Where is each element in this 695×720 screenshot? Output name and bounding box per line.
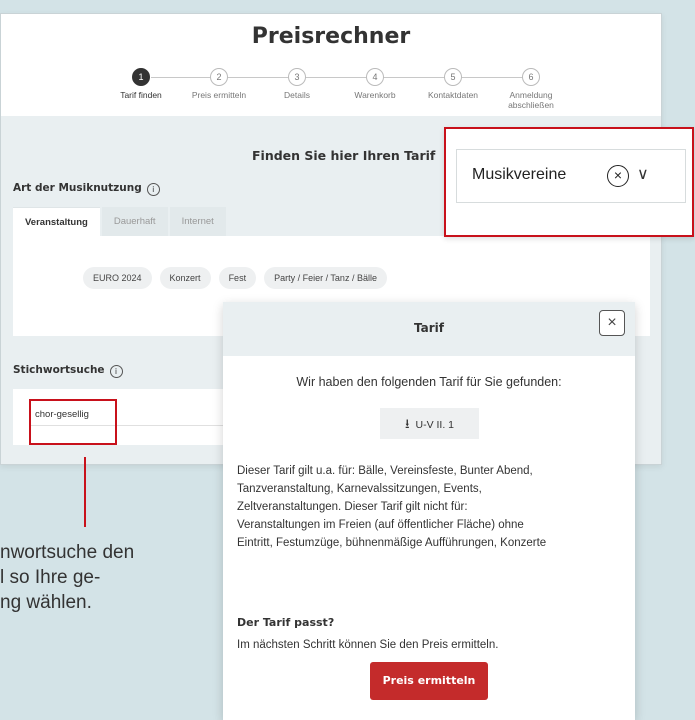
- close-button[interactable]: ×: [599, 310, 625, 336]
- next-step-hint: Im nächsten Schritt können Sie den Preis…: [237, 639, 499, 651]
- modal-title: Tarif: [414, 321, 444, 335]
- callout-connector: [84, 457, 86, 527]
- usage-tabs: Veranstaltung Dauerhaft Internet: [13, 207, 228, 236]
- download-icon: ⭳: [404, 416, 410, 431]
- clear-icon[interactable]: ×: [607, 165, 629, 187]
- step-number: 2: [210, 68, 228, 86]
- callout-line: nwortsuche den: [0, 542, 135, 563]
- chip-fest[interactable]: Fest: [218, 267, 257, 289]
- callout-line: l so Ihre ge-: [0, 567, 101, 588]
- page-title: Preisrechner: [251, 24, 411, 49]
- modal-header: Tarif ×: [223, 302, 635, 356]
- usage-label: Art der Musiknutzung: [13, 182, 142, 194]
- step-5[interactable]: 5 Kontaktdaten: [408, 68, 498, 100]
- callout-line: ng wählen.: [0, 592, 92, 613]
- step-number: 3: [288, 68, 306, 86]
- info-icon[interactable]: i: [146, 183, 160, 196]
- step-3[interactable]: 3 Details: [252, 68, 342, 100]
- step-label: Tarif finden: [120, 90, 162, 100]
- step-label: Details: [284, 90, 310, 100]
- step-number: 1: [132, 68, 150, 86]
- step-number: 6: [522, 68, 540, 86]
- tarif-description: Dieser Tarif gilt u.a. für: Bälle, Verei…: [237, 462, 627, 552]
- step-label: Kontaktdaten: [427, 90, 479, 100]
- usage-label-row: Art der Musiknutzung i: [13, 182, 160, 196]
- found-text: Wir haben den folgenden Tarif für Sie ge…: [296, 375, 562, 389]
- description-line: Eintritt, Festumzüge, bühnenmäßige Auffü…: [237, 537, 547, 549]
- description-line: Veranstaltungen im Freien (auf öffentlic…: [237, 519, 524, 531]
- tarif-code: U-V II. 1: [415, 419, 455, 431]
- tarif-modal: Tarif × Wir haben den folgenden Tarif fü…: [223, 302, 635, 720]
- search-label: Stichwortsuche: [13, 364, 105, 376]
- tab-internet[interactable]: Internet: [169, 207, 226, 236]
- description-line: Dieser Tarif gilt u.a. für: Bälle, Verei…: [237, 465, 533, 477]
- category-select[interactable]: Musikvereine × ∨: [456, 149, 686, 203]
- select-value: Musikvereine: [472, 166, 567, 183]
- step-label: Anmeldung abschließen: [508, 90, 554, 110]
- chip-euro-2024[interactable]: EURO 2024: [83, 267, 152, 289]
- tab-dauerhaft[interactable]: Dauerhaft: [101, 207, 168, 236]
- preis-ermitteln-button[interactable]: Preis ermitteln: [370, 662, 488, 700]
- callout-text: nwortsuche den l so Ihre ge- ng wählen.: [0, 540, 210, 615]
- tarif-question: Der Tarif passt?: [237, 616, 335, 629]
- tarif-download-button[interactable]: ⭳ U-V II. 1: [380, 408, 479, 439]
- chevron-down-icon[interactable]: ∨: [637, 164, 649, 184]
- step-number: 5: [444, 68, 462, 86]
- step-number: 4: [366, 68, 384, 86]
- finder-heading: Finden Sie hier Ihren Tarif: [252, 148, 436, 163]
- dropdown-zoom-callout: Musikvereine × ∨: [444, 127, 694, 237]
- step-label: Warenkorb: [354, 90, 396, 100]
- chip-konzert[interactable]: Konzert: [159, 267, 211, 289]
- chip-party[interactable]: Party / Feier / Tanz / Bälle: [264, 267, 387, 289]
- description-line: Zeltveranstaltungen. Dieser Tarif gilt n…: [237, 501, 468, 513]
- search-highlight-box: [29, 399, 117, 445]
- stepper: 1 Tarif finden 2 Preis ermitteln 3 Detai…: [1, 68, 661, 118]
- step-6[interactable]: 6 Anmeldung abschließen: [486, 68, 576, 110]
- category-chips: EURO 2024 Konzert Fest Party / Feier / T…: [83, 267, 395, 289]
- step-label: Preis ermitteln: [191, 90, 247, 100]
- tab-veranstaltung[interactable]: Veranstaltung: [13, 207, 100, 236]
- description-line: Tanzveranstaltung, Karnevalssitzungen, E…: [237, 483, 482, 495]
- step-2[interactable]: 2 Preis ermitteln: [174, 68, 264, 100]
- step-1[interactable]: 1 Tarif finden: [96, 68, 186, 100]
- info-icon[interactable]: i: [109, 365, 123, 378]
- search-label-row: Stichwortsuche i: [13, 364, 123, 378]
- step-4[interactable]: 4 Warenkorb: [330, 68, 420, 100]
